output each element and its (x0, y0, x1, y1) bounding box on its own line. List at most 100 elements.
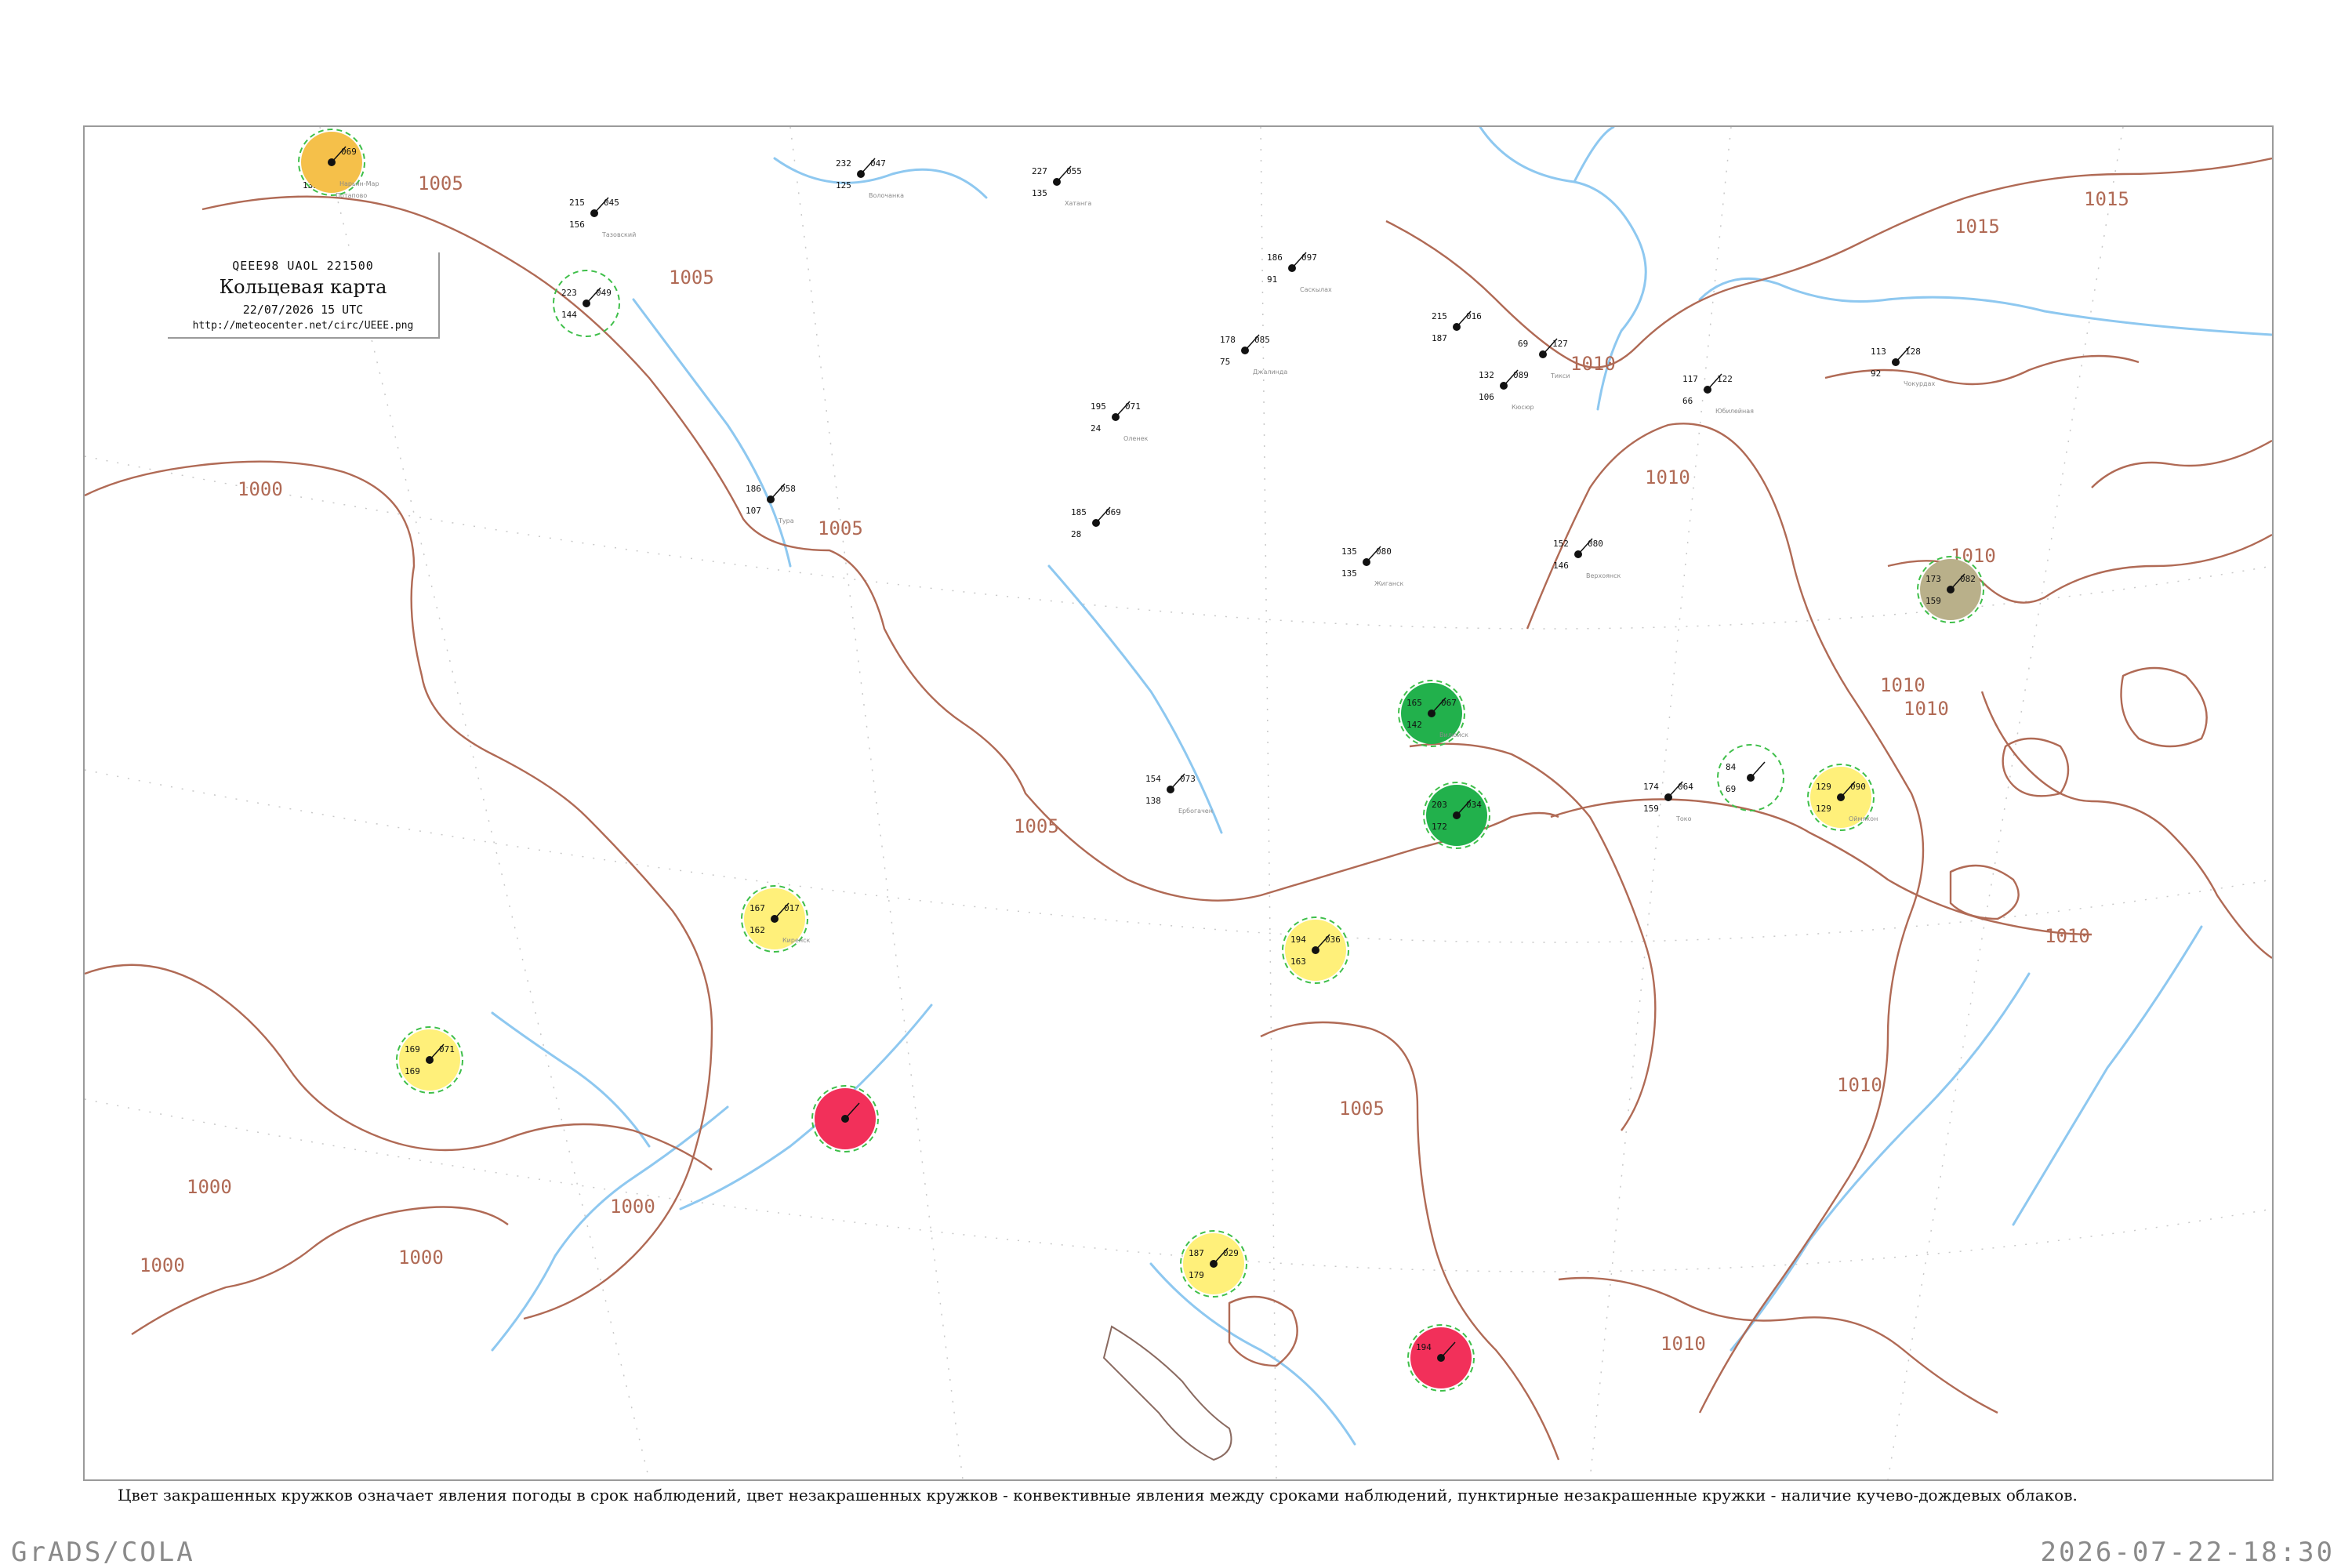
isobar-label: 1010 (1661, 1333, 1706, 1355)
pressure-value: 090 (1850, 782, 1866, 792)
legend-caption: Цвет закрашенных кружков означает явлени… (118, 1486, 2078, 1504)
station-name: Саскылах (1300, 286, 1332, 293)
footer-timestamp: 2026-07-22-18:30 (2040, 1537, 2335, 1568)
station-plot: 167 017 162 Киренск (741, 885, 811, 953)
temperature-value: 169 (405, 1044, 420, 1054)
temperature-value: 84 (1726, 762, 1737, 772)
station-name: Ербогачен (1178, 808, 1213, 815)
station-name: Потапово (336, 192, 367, 199)
station-name: Тазовский (601, 231, 636, 238)
station-name: Волочанка (869, 192, 904, 199)
pressure-value: 016 (1466, 311, 1482, 321)
temperature-value: 167 (750, 903, 765, 913)
station-name: Тикси (1550, 372, 1570, 379)
station-plot (811, 1085, 879, 1152)
pressure-value: 080 (1588, 539, 1603, 549)
station-plot: 223 049 144 (553, 270, 620, 337)
station-plot: 203 034 172 (1423, 782, 1490, 849)
bulletin-code: QEEE98 UAOL 221500 (232, 259, 374, 273)
dewpoint-value: 125 (836, 180, 851, 191)
isobar-label: 1005 (1014, 815, 1059, 837)
temperature-value: 117 (1682, 374, 1698, 384)
temperature-value: 195 (1091, 401, 1106, 412)
isobar-label: 1015 (2084, 188, 2129, 210)
station-plot: 215 045 156 Тазовский (569, 197, 636, 238)
station-plot: 194 (1407, 1324, 1475, 1392)
dewpoint-value: 135 (1341, 568, 1357, 579)
temperature-value: 215 (569, 198, 585, 208)
dewpoint-value: 75 (1220, 357, 1230, 367)
station-plot: 194 036 163 (1282, 916, 1349, 984)
dewpoint-value: 135 (1032, 188, 1047, 198)
temperature-value: 194 (1290, 935, 1306, 945)
pressure-value: 097 (1301, 252, 1317, 263)
pressure-value: 082 (1960, 574, 1976, 584)
temperature-value: 227 (1032, 166, 1047, 176)
pressure-value: 080 (1376, 546, 1392, 557)
isobar-label: 1000 (140, 1254, 185, 1276)
station-plot: 186 097 91 Саскылах (1267, 252, 1332, 293)
station-plot: 129 090 129 Оймякон (1807, 764, 1878, 831)
isobar-label: 1000 (610, 1196, 655, 1218)
isobar-label: 1015 (1955, 216, 2000, 238)
station-name: Оленек (1123, 435, 1148, 442)
wind-barb-icon (1750, 761, 1766, 779)
isobar-label: 1000 (238, 478, 283, 500)
dewpoint-value: 92 (1871, 368, 1881, 379)
station-plot: 173 082 159 (1917, 556, 1984, 623)
rivers (491, 127, 2272, 1446)
source-url[interactable]: http://meteocenter.net/circ/UEEE.png (168, 320, 438, 332)
isobar-label: 1010 (1570, 353, 1616, 375)
temperature-value: 129 (1816, 782, 1831, 792)
pressure-value: 071 (439, 1044, 455, 1054)
station-plot: 84 69 (1717, 744, 1784, 811)
pressure-value: 128 (1905, 347, 1921, 357)
pressure-value: 034 (1466, 800, 1482, 810)
pressure-value: 122 (1717, 374, 1733, 384)
isobar-label-group: 1005 1005 1005 1005 1005 1000 1000 1000 … (140, 172, 2129, 1355)
station-name: Жиганск (1374, 580, 1404, 587)
temperature-value: 113 (1871, 347, 1886, 357)
map-title: Кольцевая карта (219, 276, 387, 298)
isobar-label: 1010 (2045, 925, 2090, 947)
temperature-value: 132 (1479, 370, 1494, 380)
station-name: Вилюйск (1439, 731, 1468, 739)
dewpoint-value: 187 (1432, 333, 1447, 343)
stations-layer: 223 049 144 227 135 Потапово 215 045 156 Тазовски… (298, 129, 1984, 1392)
station-name: Хатанга (1065, 200, 1091, 207)
dewpoint-value: 69 (1726, 784, 1736, 794)
station-plot: 178 085 75 Джалинда (1220, 334, 1287, 376)
dewpoint-value: 66 (1682, 396, 1693, 406)
pressure-value: 069 (1105, 507, 1121, 517)
isobar-label: 1000 (398, 1247, 444, 1269)
temperature-value: 135 (1341, 546, 1357, 557)
temperature-value: 174 (1643, 782, 1659, 792)
temperature-value: 178 (1220, 335, 1236, 345)
pressure-value: 029 (1223, 1248, 1239, 1258)
station-name: Оймякон (1849, 815, 1878, 822)
station-name: Токо (1675, 815, 1692, 822)
dewpoint-value: 138 (1145, 796, 1161, 806)
station-plot: 227 055 135 Хатанга (1032, 165, 1091, 207)
station-name: Нарьян-Мар (339, 180, 379, 187)
station-plot: 165 067 142 Вилюйск (1398, 680, 1468, 747)
temperature-value: 173 (1926, 574, 1941, 584)
dewpoint-value: 24 (1091, 423, 1102, 434)
dewpoint-value: 169 (405, 1066, 420, 1076)
station-plot: 117 122 66 Юбилейная (1682, 373, 1754, 415)
isobar-label: 1005 (818, 517, 863, 539)
map-frame: 1005 1005 1005 1005 1005 1000 1000 1000 … (83, 125, 2274, 1481)
temperature-value: 152 (1553, 539, 1569, 549)
isobar-label: 1005 (669, 267, 714, 289)
station-plot: 132 089 106 Кюсюр (1479, 369, 1534, 411)
dewpoint-value: 159 (1643, 804, 1659, 814)
temperature-value: 194 (1416, 1342, 1432, 1352)
pressure-value: 069 (341, 147, 357, 157)
isobar-label: 1010 (1837, 1074, 1882, 1096)
station-plot: 215 016 187 (1432, 310, 1482, 343)
temperature-value: 154 (1145, 774, 1161, 784)
pressure-value: 049 (596, 288, 612, 298)
station-name: Юбилейная (1715, 408, 1754, 415)
pressure-value: 089 (1513, 370, 1529, 380)
pressure-value: 127 (1552, 339, 1568, 349)
